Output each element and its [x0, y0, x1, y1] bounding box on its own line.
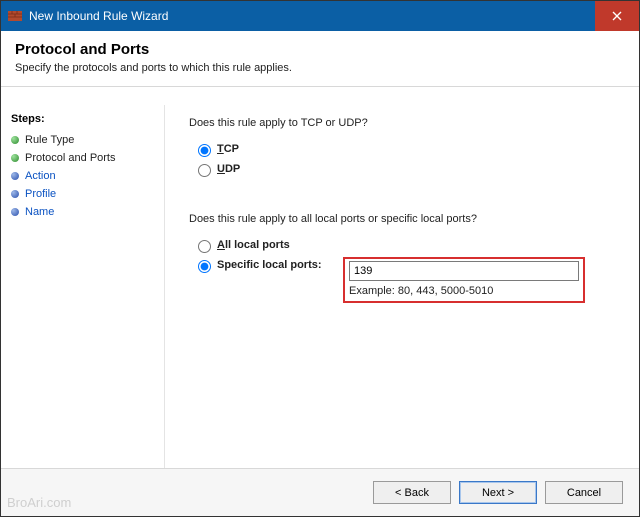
- step-profile[interactable]: Profile: [11, 185, 154, 203]
- ports-example: Example: 80, 443, 5000-5010: [349, 285, 579, 297]
- step-label: Name: [25, 206, 54, 218]
- step-label: Rule Type: [25, 134, 74, 146]
- radio-tcp-row[interactable]: TCP: [193, 141, 621, 157]
- wizard-window: New Inbound Rule Wizard Protocol and Por…: [0, 0, 640, 517]
- radio-tcp[interactable]: [198, 144, 211, 157]
- back-button[interactable]: < Back: [373, 481, 451, 504]
- page-subtitle: Specify the protocols and ports to which…: [15, 62, 625, 74]
- radio-udp-label: UDP: [217, 163, 240, 175]
- highlight-box: Example: 80, 443, 5000-5010: [343, 257, 585, 303]
- step-rule-type[interactable]: Rule Type: [11, 131, 154, 149]
- steps-pane: Steps: Rule Type Protocol and Ports Acti…: [1, 105, 165, 468]
- page-title: Protocol and Ports: [15, 41, 625, 58]
- radio-specific-ports-label: Specific local ports:: [217, 259, 322, 271]
- specific-ports-input[interactable]: [349, 261, 579, 281]
- radio-tcp-label: TCP: [217, 143, 239, 155]
- bullet-icon: [11, 172, 19, 180]
- radio-specific-ports[interactable]: [198, 260, 211, 273]
- protocol-question: Does this rule apply to TCP or UDP?: [189, 117, 621, 129]
- radio-udp-row[interactable]: UDP: [193, 161, 621, 177]
- bullet-icon: [11, 154, 19, 162]
- bullet-icon: [11, 208, 19, 216]
- cancel-button[interactable]: Cancel: [545, 481, 623, 504]
- divider: [1, 86, 639, 87]
- step-label: Protocol and Ports: [25, 152, 116, 164]
- radio-all-ports-label: All local ports: [217, 239, 290, 251]
- step-label: Profile: [25, 188, 56, 200]
- bullet-icon: [11, 190, 19, 198]
- titlebar[interactable]: New Inbound Rule Wizard: [1, 1, 639, 31]
- step-action[interactable]: Action: [11, 167, 154, 185]
- step-label: Action: [25, 170, 56, 182]
- radio-udp[interactable]: [198, 164, 211, 177]
- close-button[interactable]: [595, 1, 639, 31]
- radio-all-ports[interactable]: [198, 240, 211, 253]
- ports-question: Does this rule apply to all local ports …: [189, 213, 621, 225]
- bullet-icon: [11, 136, 19, 144]
- window-title: New Inbound Rule Wizard: [29, 9, 168, 23]
- firewall-icon: [7, 8, 23, 24]
- main-pane: Does this rule apply to TCP or UDP? TCP …: [165, 105, 639, 468]
- step-name[interactable]: Name: [11, 203, 154, 221]
- next-button[interactable]: Next >: [459, 481, 537, 504]
- radio-specific-ports-row[interactable]: Specific local ports:: [193, 257, 343, 273]
- radio-all-ports-row[interactable]: All local ports: [193, 237, 621, 253]
- steps-heading: Steps:: [11, 113, 154, 125]
- step-protocol-and-ports[interactable]: Protocol and Ports: [11, 149, 154, 167]
- button-row: < Back Next > Cancel: [1, 468, 639, 516]
